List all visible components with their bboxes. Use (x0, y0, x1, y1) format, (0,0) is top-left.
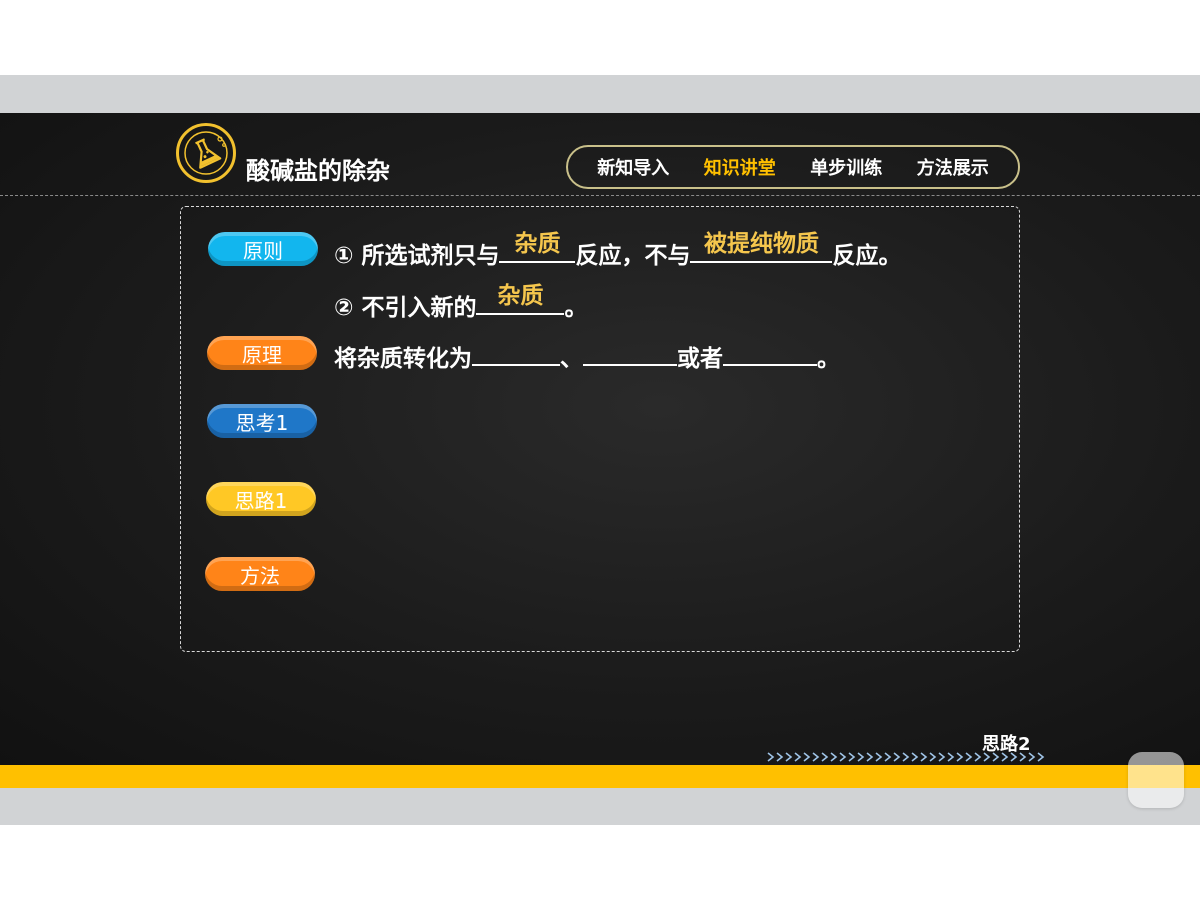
bottom-frame-bar (0, 788, 1200, 825)
nav-item-step-training[interactable]: 单步训练 (810, 154, 882, 180)
principle-1-middle: 反应，不与 (575, 243, 691, 269)
chalkboard-slide: 酸碱盐的除杂 新知导入 知识讲堂 单步训练 方法展示 原则 原理 思考1 思路1… (0, 113, 1200, 765)
flask-icon (176, 123, 236, 183)
sidebar-button-think-1[interactable]: 思考1 (207, 404, 317, 438)
theory-blank-1 (472, 342, 560, 366)
principle-1-suffix: 反应。 (832, 243, 902, 269)
principle-2-suffix: 。 (564, 295, 588, 321)
principle-2-blank: 杂质 (476, 283, 565, 315)
theory-blank-3 (723, 342, 817, 366)
sidebar-button-idea-1[interactable]: 思路1 (206, 482, 316, 516)
principle-1-blank-2: 被提纯物质 (690, 231, 833, 263)
theory-prefix: 将杂质转化为 (334, 346, 472, 372)
page-title: 酸碱盐的除杂 (246, 157, 390, 185)
principle-1-answer-2: 被提纯物质 (703, 231, 819, 257)
theory-line: 将杂质转化为 、 或者 。 (334, 339, 840, 373)
bottom-accent-band (0, 765, 1200, 788)
nav-item-new-knowledge[interactable]: 新知导入 (597, 154, 669, 180)
sidebar-button-method[interactable]: 方法 (205, 557, 315, 591)
theory-sep-2: 或者 (677, 346, 723, 372)
theory-blank-2 (583, 342, 677, 366)
theory-sep-1: 、 (560, 346, 583, 372)
principle-line-1: ① 所选试剂只与 杂质 反应，不与 被提纯物质 反应。 (334, 231, 902, 270)
nav-item-knowledge-lecture[interactable]: 知识讲堂 (704, 154, 776, 180)
floating-assist-button[interactable] (1128, 752, 1184, 808)
principle-1-prefix: ① 所选试剂只与 (334, 243, 500, 269)
nav-item-method-display[interactable]: 方法展示 (917, 154, 989, 180)
sidebar-button-theory[interactable]: 原理 (207, 336, 317, 370)
principle-2-answer: 杂质 (497, 283, 544, 309)
sidebar-button-principle[interactable]: 原则 (208, 232, 318, 266)
top-nav: 新知导入 知识讲堂 单步训练 方法展示 (566, 145, 1020, 189)
chevron-arrows-icon (767, 752, 1045, 762)
theory-suffix: 。 (817, 346, 840, 372)
principle-1-blank-1: 杂质 (499, 231, 576, 263)
principle-2-prefix: ② 不引入新的 (334, 295, 477, 321)
top-frame-bar (0, 75, 1200, 113)
principle-1-answer-1: 杂质 (514, 231, 561, 257)
header-divider (0, 195, 1200, 196)
principle-line-2: ② 不引入新的 杂质。 (334, 283, 588, 322)
